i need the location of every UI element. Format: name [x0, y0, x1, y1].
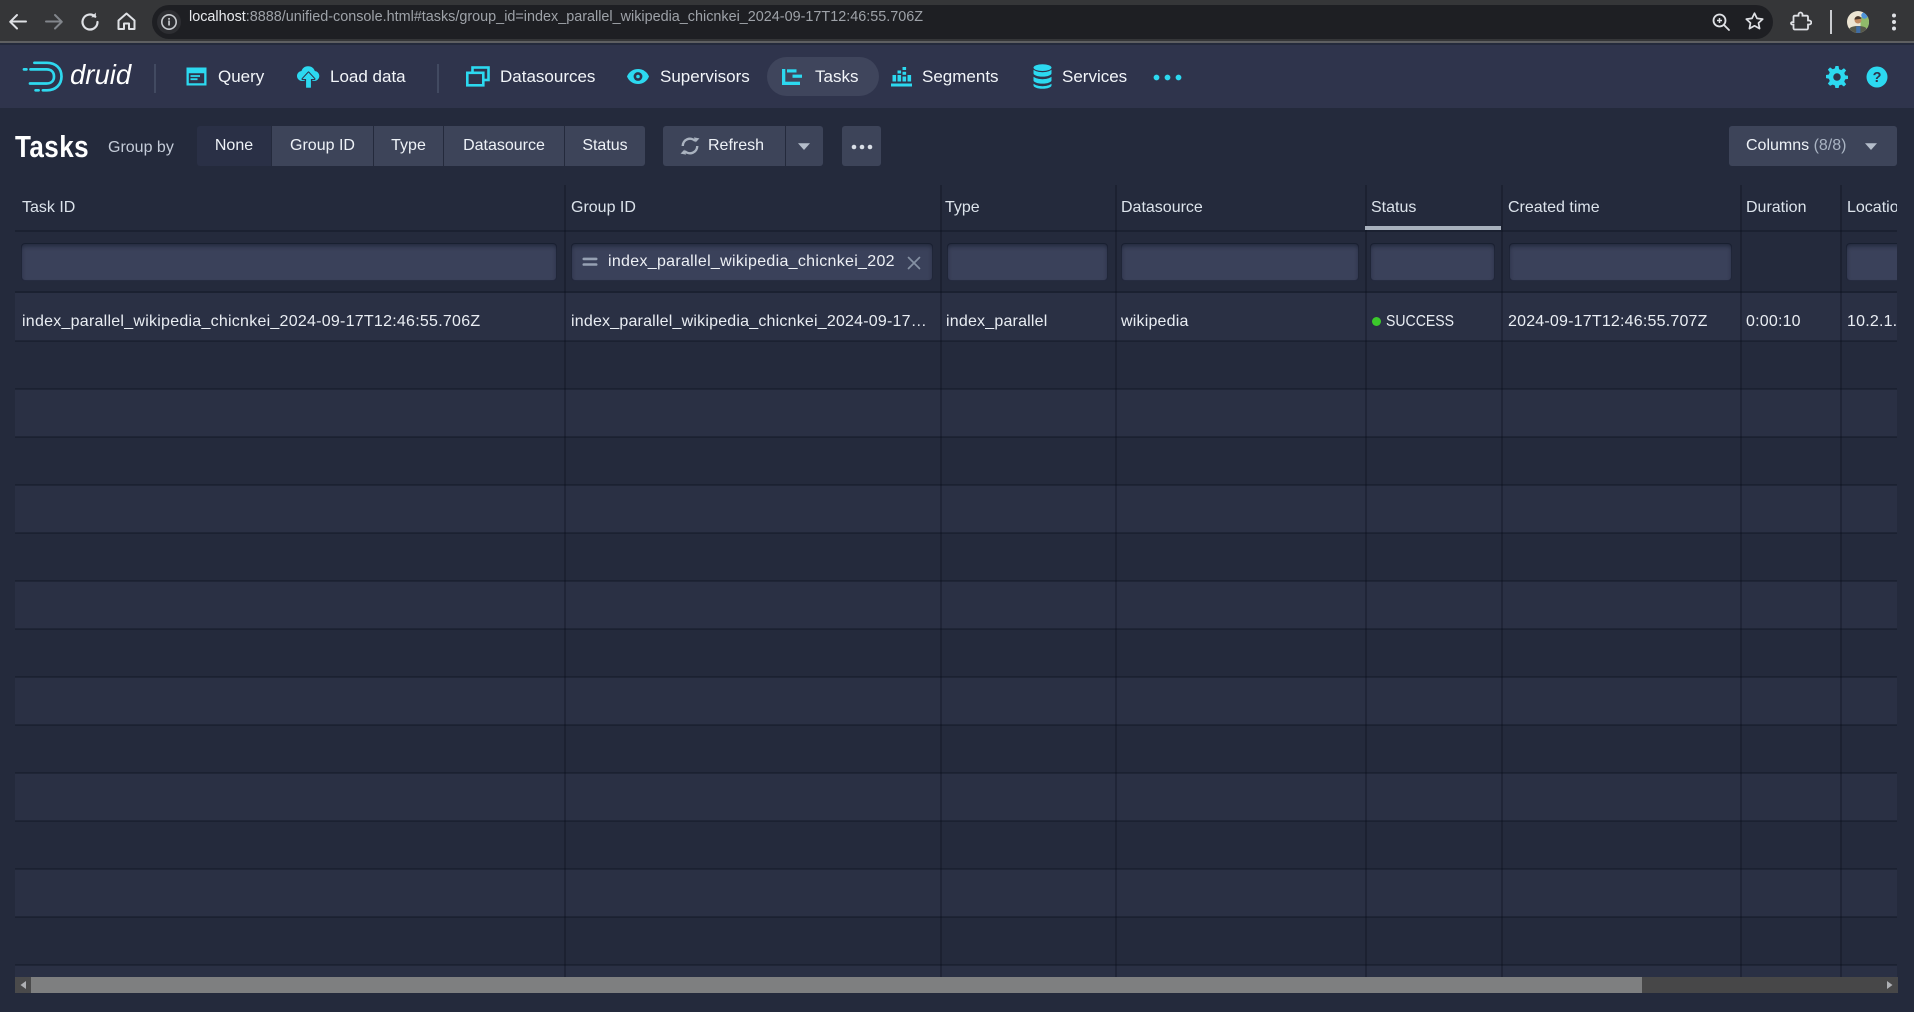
svg-text:?: ? [1873, 70, 1882, 86]
